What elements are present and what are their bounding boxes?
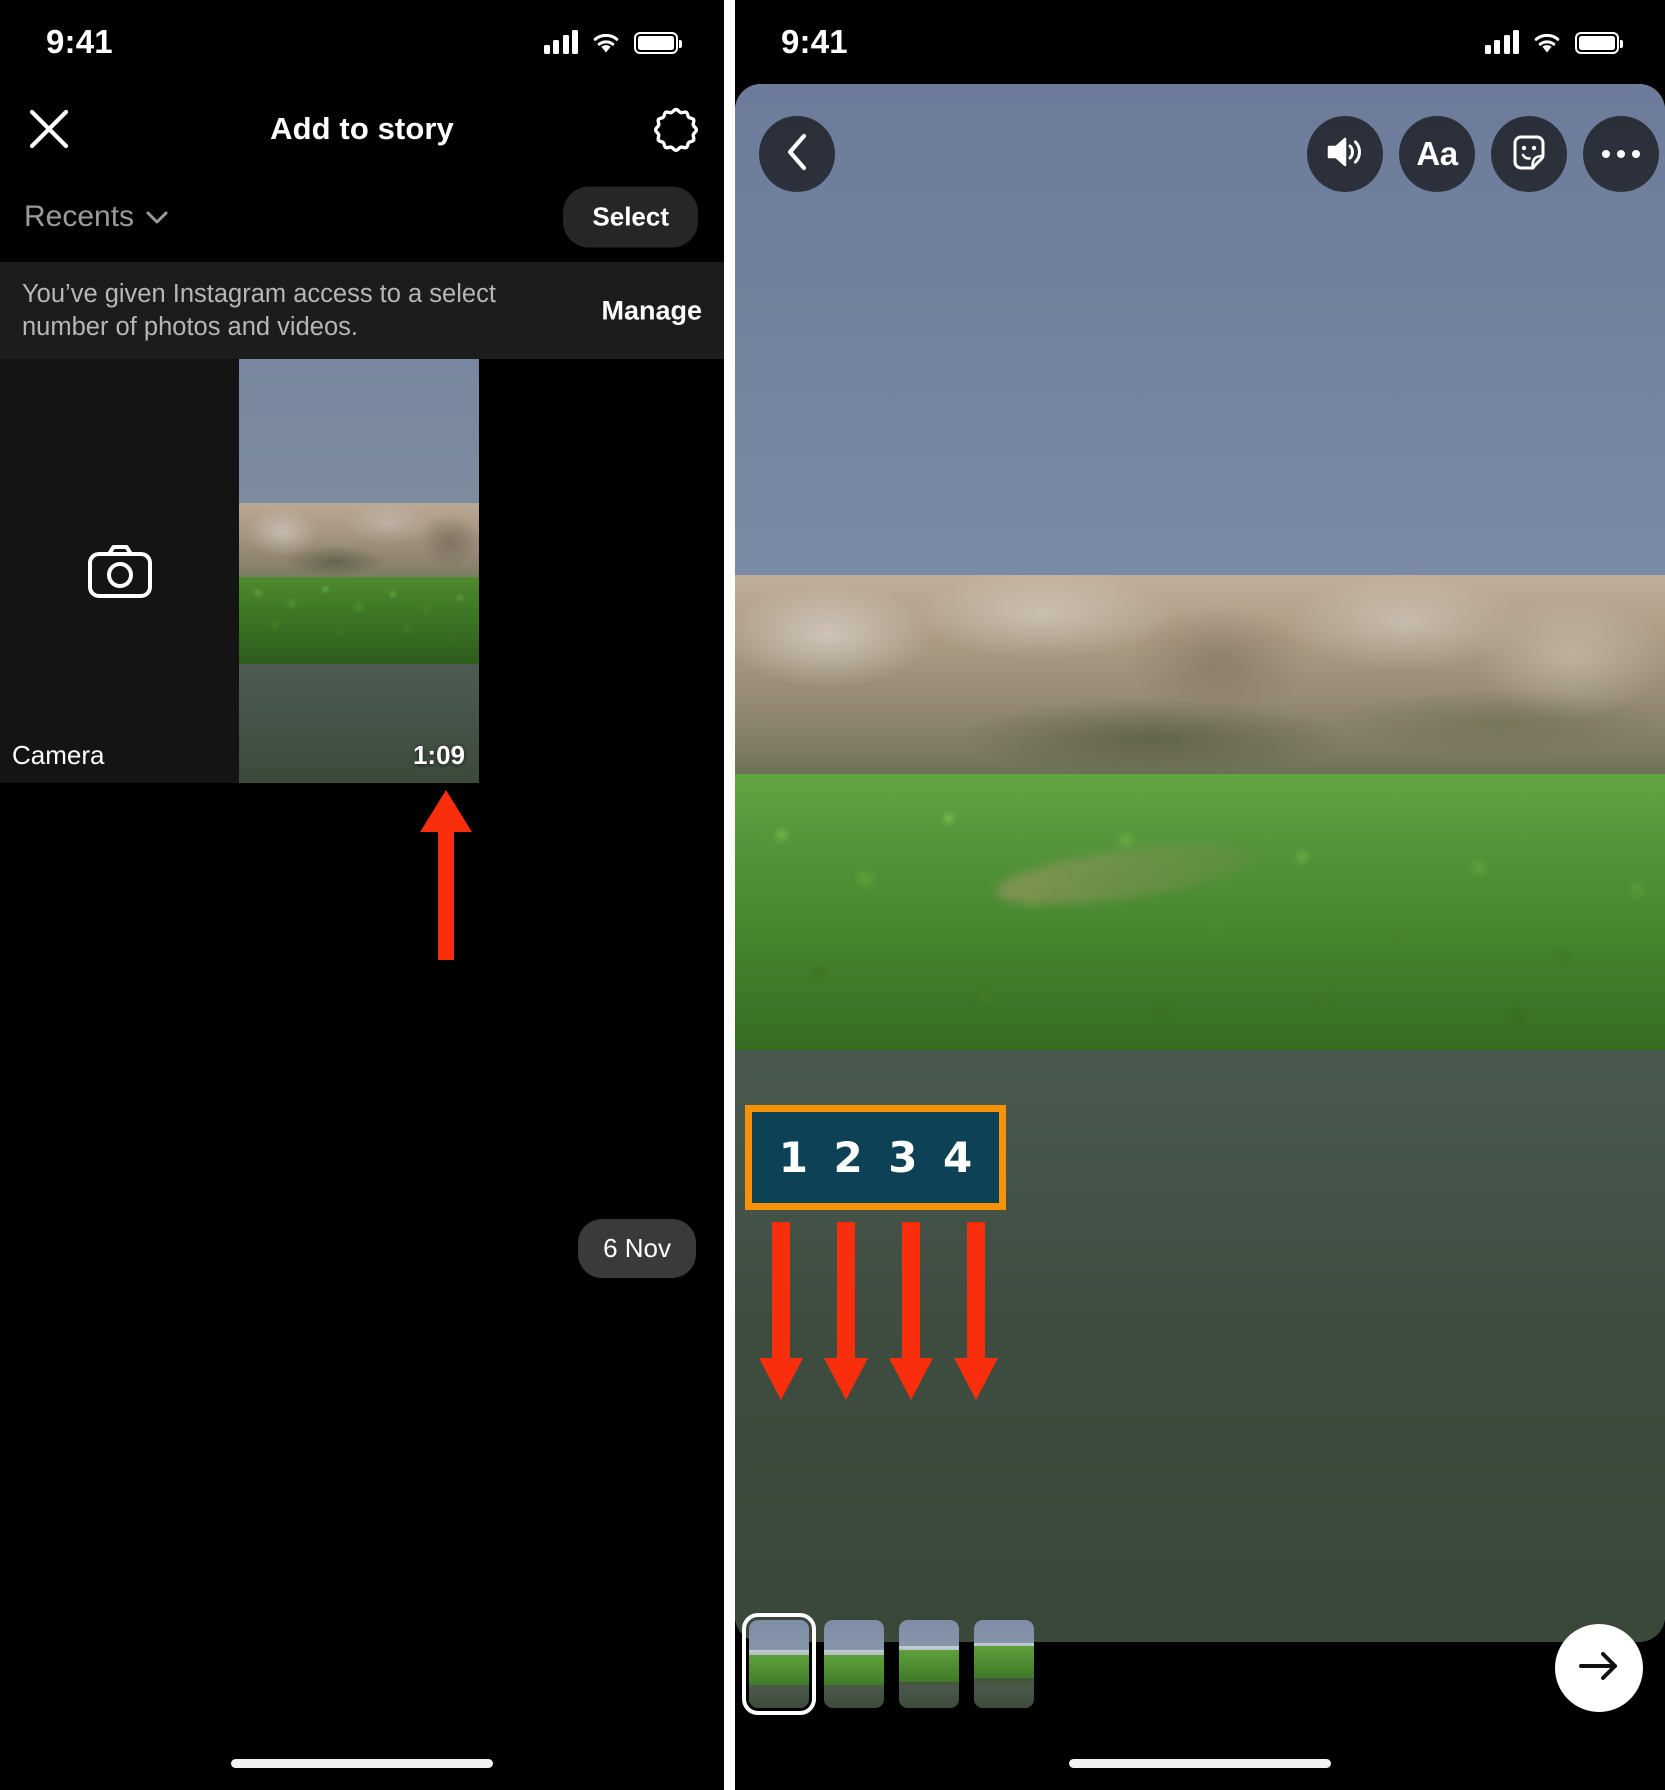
- editor-toolbar: Aa: [735, 116, 1665, 192]
- left-status-bar: 9:41: [0, 0, 724, 84]
- battery-icon: [1575, 32, 1623, 54]
- cellular-signal-icon: [543, 30, 578, 54]
- right-phone-screen: 9:41 Aa: [735, 0, 1665, 1790]
- left-nav-bar: Add to story: [0, 84, 724, 174]
- manage-button[interactable]: Manage: [601, 295, 702, 326]
- speaker-volume-icon: [1325, 134, 1365, 175]
- camera-tile[interactable]: Camera: [0, 359, 239, 783]
- left-phone-screen: 9:41 Add to story Recents Select You’ve …: [0, 0, 724, 1790]
- battery-icon: [634, 32, 682, 54]
- more-horizontal-icon: [1602, 150, 1640, 158]
- page-title: Add to story: [270, 111, 454, 146]
- text-tool-label: Aa: [1416, 135, 1458, 172]
- dual-phone-screenshot: 9:41 Add to story Recents Select You’ve …: [0, 0, 1665, 1790]
- video-thumbnail[interactable]: 1:09: [239, 359, 479, 783]
- permission-banner: You’ve given Instagram access to a selec…: [0, 262, 724, 359]
- filmstrip-frame-4[interactable]: [974, 1620, 1034, 1708]
- filmstrip-frame-3[interactable]: [899, 1620, 959, 1708]
- album-label: Recents: [24, 200, 135, 233]
- status-icons: [1484, 30, 1623, 54]
- callout-number-1: 1: [778, 1133, 808, 1182]
- more-options-button[interactable]: [1583, 116, 1659, 192]
- home-indicator: [231, 1759, 493, 1768]
- permission-message: You’ve given Instagram access to a selec…: [22, 280, 496, 341]
- sticker-smiley-icon: [1509, 132, 1549, 177]
- callout-number-box: 1 2 3 4: [745, 1105, 1006, 1210]
- screenshot-divider: [724, 0, 735, 1790]
- album-bar: Recents Select: [0, 178, 724, 256]
- media-grid: Camera 1:09: [0, 359, 724, 783]
- chevron-down-icon: [146, 211, 168, 224]
- callout-number-4: 4: [943, 1133, 973, 1182]
- empty-grid-area: [479, 359, 724, 783]
- sticker-button[interactable]: [1491, 116, 1567, 192]
- story-canvas[interactable]: Aa: [735, 84, 1665, 1642]
- cellular-signal-icon: [1484, 30, 1519, 54]
- filmstrip-frame-1[interactable]: [742, 1613, 816, 1715]
- callout-arrow-down-1: [758, 1222, 804, 1405]
- canvas-photo: [735, 574, 1665, 1050]
- callout-arrow-down-3: [888, 1222, 934, 1405]
- filmstrip: [735, 1613, 1034, 1715]
- filmstrip-frame-2[interactable]: [824, 1620, 884, 1708]
- next-button[interactable]: [1555, 1624, 1643, 1712]
- right-status-bar: 9:41: [735, 0, 1665, 84]
- chevron-left-icon: [786, 133, 808, 176]
- camera-icon: [87, 543, 153, 599]
- status-time: 9:41: [781, 23, 848, 60]
- callout-number-3: 3: [888, 1133, 918, 1182]
- story-editor: Aa: [735, 84, 1665, 1790]
- callout-arrow-down-4: [953, 1222, 999, 1405]
- callout-arrow-down-2: [823, 1222, 869, 1405]
- camera-tile-label: Camera: [12, 740, 105, 770]
- wifi-icon: [591, 31, 621, 54]
- date-pill: 6 Nov: [578, 1219, 696, 1278]
- back-button[interactable]: [759, 116, 835, 192]
- status-icons: [543, 30, 682, 54]
- volume-button[interactable]: [1307, 116, 1383, 192]
- video-duration: 1:09: [412, 740, 465, 770]
- wifi-icon: [1532, 31, 1562, 54]
- gear-icon[interactable]: [650, 103, 702, 155]
- callout-number-2: 2: [833, 1133, 863, 1182]
- home-indicator: [1069, 1759, 1331, 1768]
- thumbnail-image: [239, 359, 479, 783]
- select-button[interactable]: Select: [563, 186, 698, 248]
- arrow-right-icon: [1577, 1648, 1621, 1689]
- album-dropdown[interactable]: Recents: [24, 200, 168, 234]
- text-tool-button[interactable]: Aa: [1399, 116, 1475, 192]
- status-time: 9:41: [46, 23, 113, 60]
